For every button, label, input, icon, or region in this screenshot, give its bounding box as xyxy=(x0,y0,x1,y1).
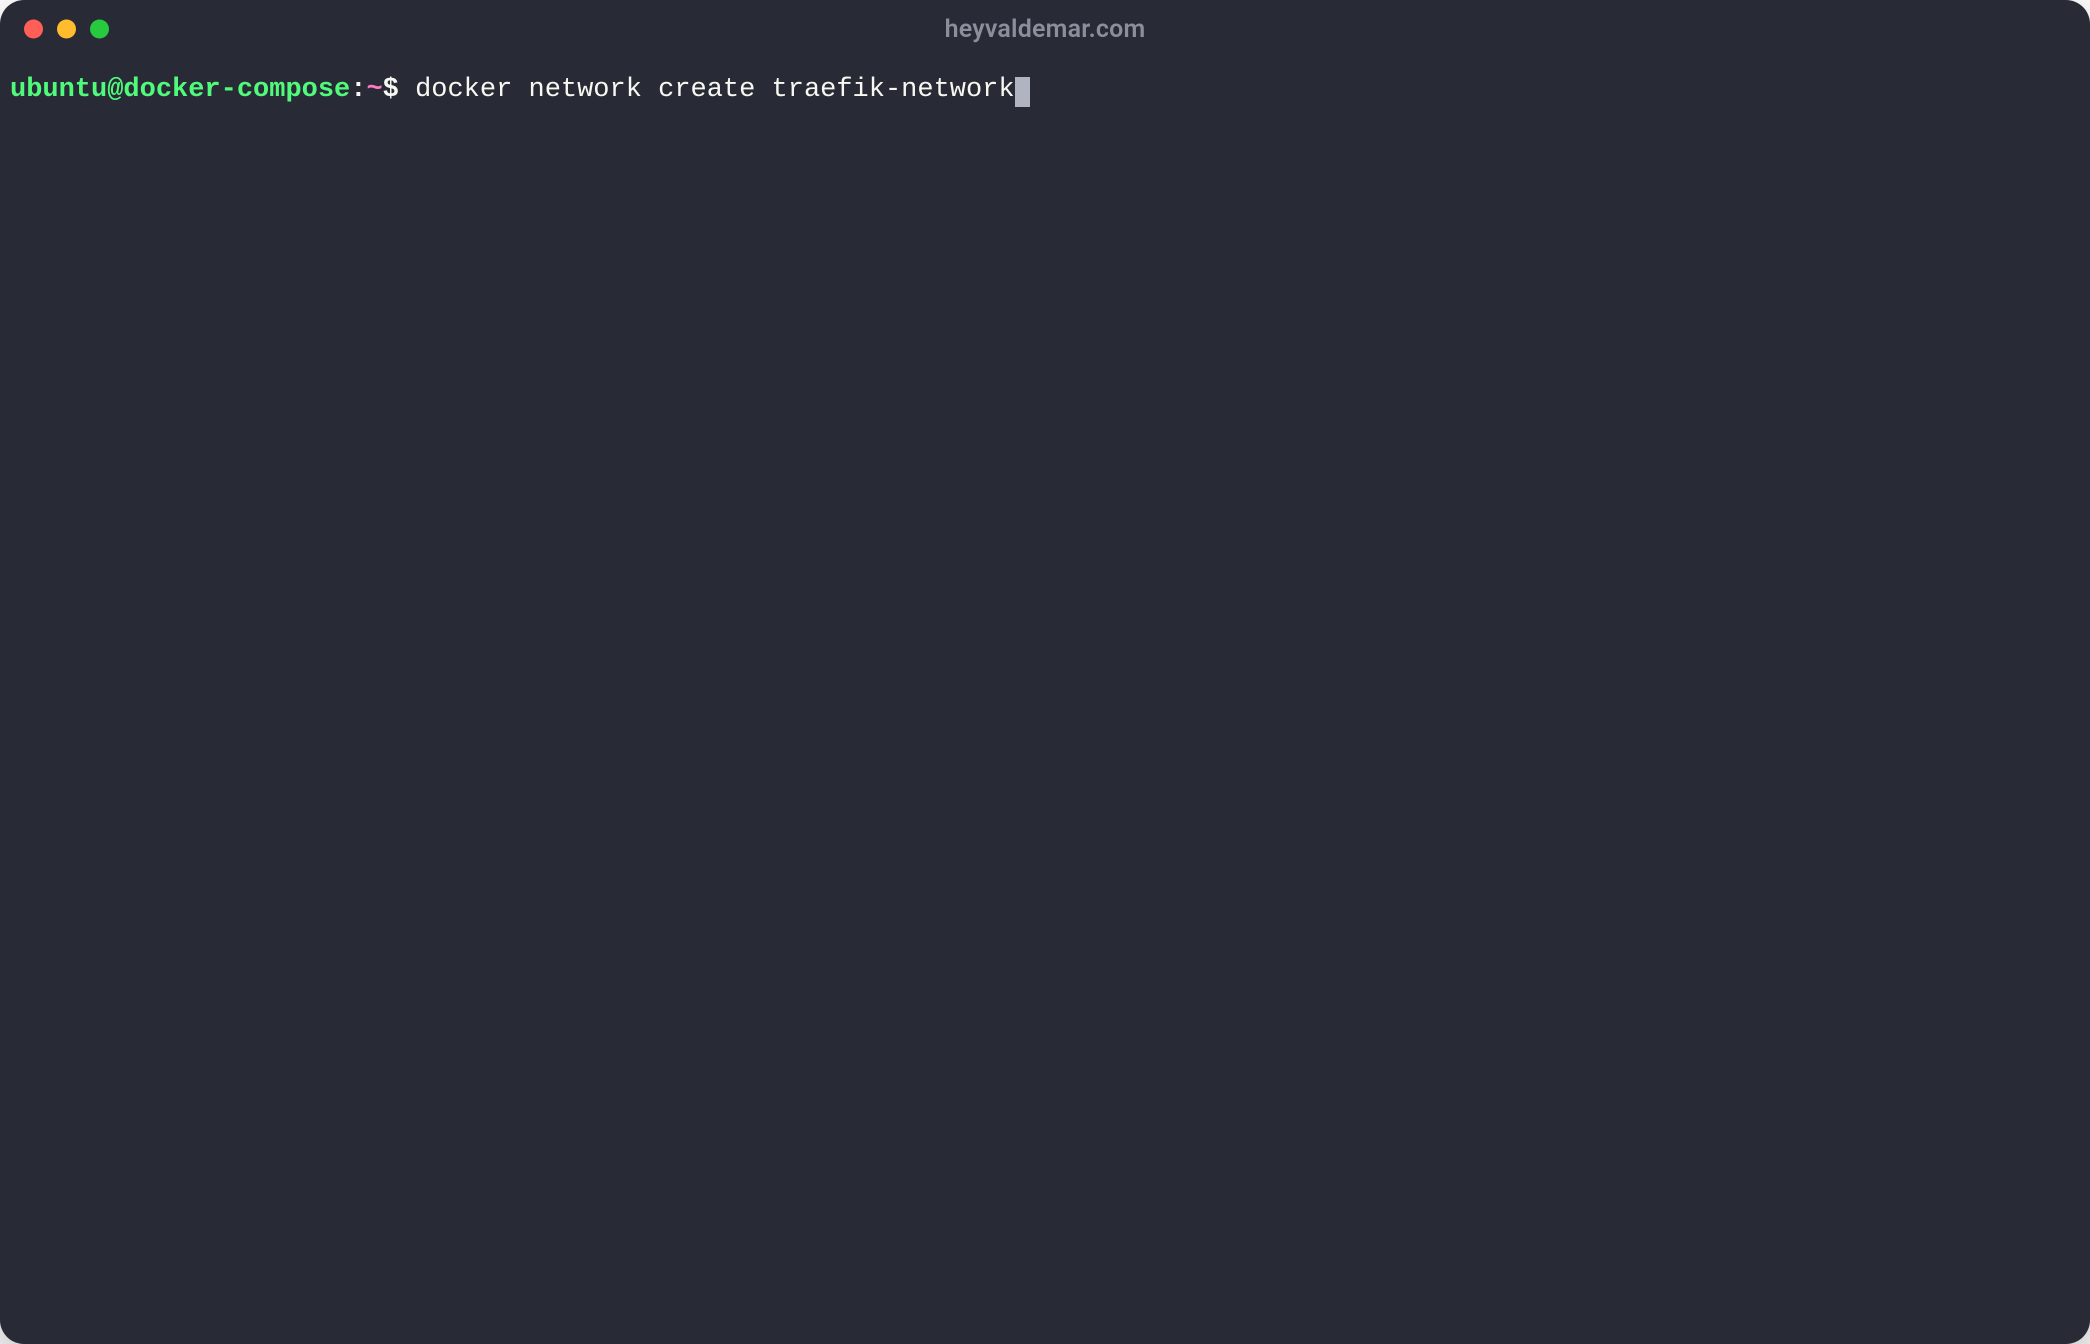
prompt-separator: : xyxy=(350,75,366,105)
window-controls xyxy=(24,20,109,39)
terminal-window: heyvaldemar.com ubuntu@docker-compose:~$… xyxy=(0,0,2090,1344)
prompt-line: ubuntu@docker-compose:~$ docker network … xyxy=(10,75,1030,105)
title-bar: heyvaldemar.com xyxy=(0,0,2090,58)
minimize-icon[interactable] xyxy=(57,20,76,39)
command-text xyxy=(399,75,415,105)
window-title: heyvaldemar.com xyxy=(945,15,1146,44)
maximize-icon[interactable] xyxy=(90,20,109,39)
terminal-body[interactable]: ubuntu@docker-compose:~$ docker network … xyxy=(0,58,2090,118)
prompt-cwd: ~ xyxy=(366,75,382,105)
command-input[interactable]: docker network create traefik-network xyxy=(415,75,1015,105)
close-icon[interactable] xyxy=(24,20,43,39)
cursor-icon xyxy=(1015,77,1030,107)
prompt-user-host: ubuntu@docker-compose xyxy=(10,75,350,105)
prompt-symbol: $ xyxy=(383,75,399,105)
